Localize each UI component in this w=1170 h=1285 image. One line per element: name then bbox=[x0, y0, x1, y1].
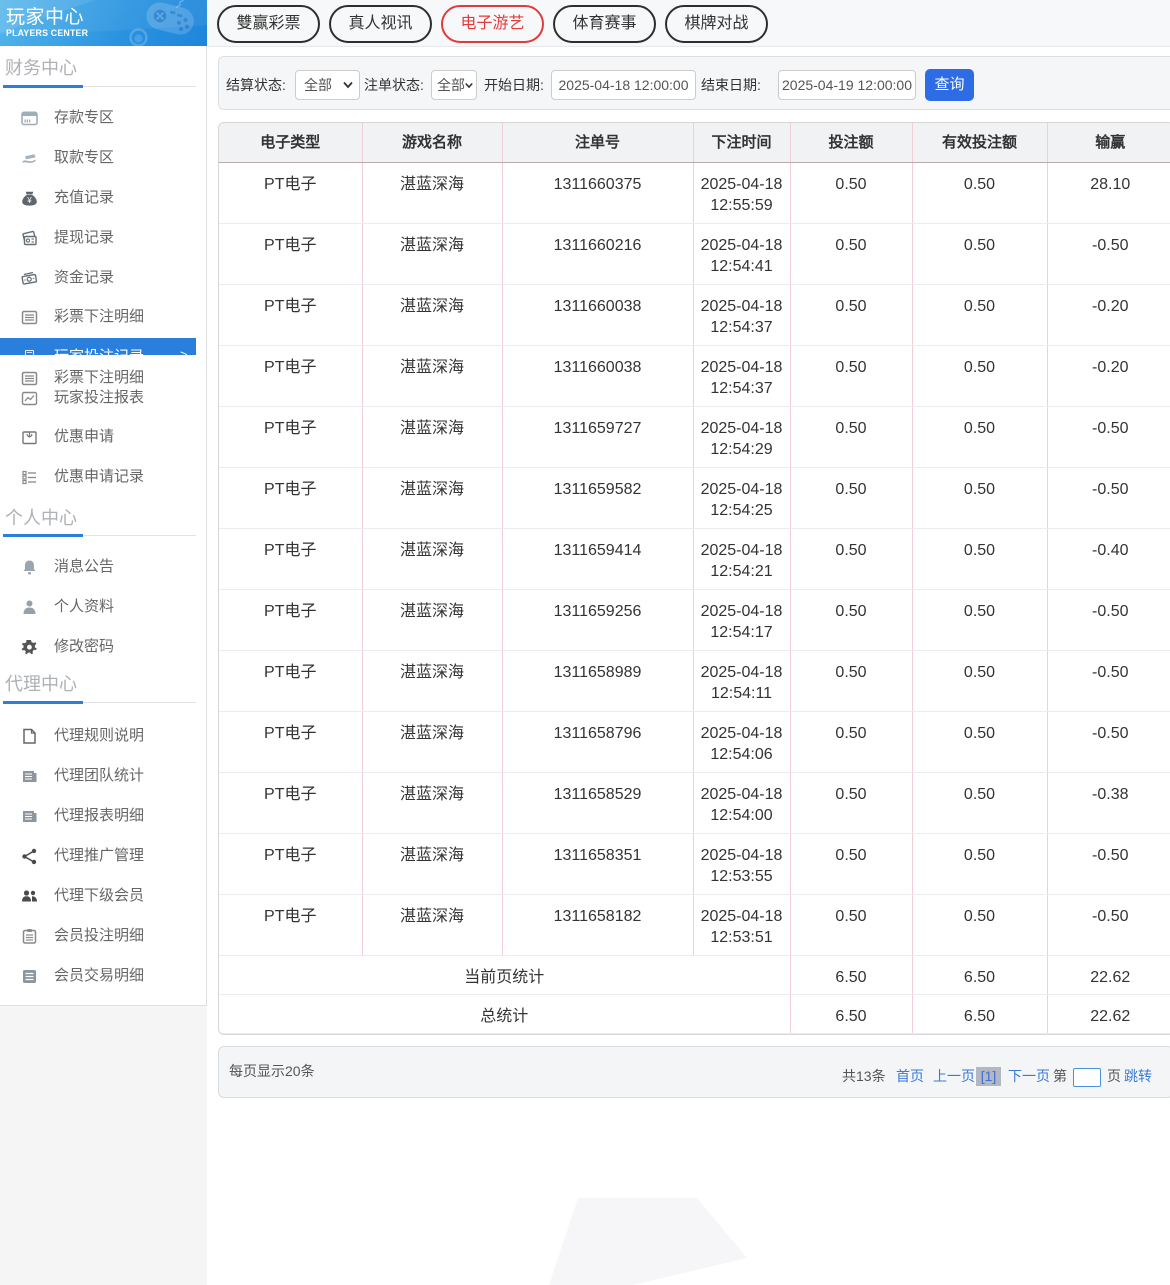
svg-text:¥: ¥ bbox=[26, 196, 32, 205]
